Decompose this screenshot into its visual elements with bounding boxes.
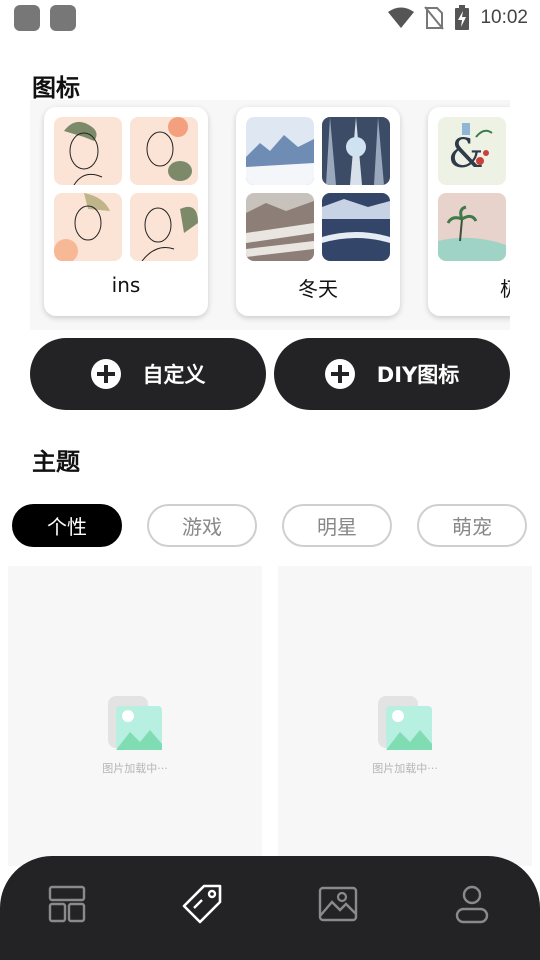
icon-pack-card[interactable]: 冬天 [236, 107, 400, 316]
icon-pack-preview: & [438, 117, 510, 261]
image-placeholder-icon [378, 696, 432, 750]
nav-theme[interactable] [180, 882, 224, 926]
diy-icon-button-label: DIY图标 [376, 363, 460, 387]
theme-card[interactable]: 图片加载中··· [8, 566, 262, 866]
loading-text: 图片加载中··· [372, 762, 438, 775]
icon-pack-label: ins [111, 273, 141, 297]
plus-circle-icon [90, 359, 121, 389]
nav-profile[interactable] [450, 882, 494, 926]
image-placeholder-icon [108, 696, 162, 750]
app-notification-icon [50, 5, 76, 31]
pack-thumbnail [322, 193, 390, 261]
tab-stars[interactable]: 明星 [282, 504, 392, 547]
bottom-navigation [0, 856, 540, 960]
diy-icon-button[interactable]: DIY图标 [274, 338, 510, 410]
icon-pack-card[interactable]: & 极 [428, 107, 510, 316]
custom-button-label: 自定义 [142, 363, 206, 387]
tab-pets[interactable]: 萌宠 [417, 504, 527, 547]
no-sim-icon [424, 6, 445, 30]
pack-thumbnail [322, 117, 390, 185]
status-time: 10:02 [480, 7, 528, 28]
nav-wallpaper[interactable] [316, 882, 360, 926]
icons-section-title: 图标 [32, 74, 80, 102]
loading-text: 图片加载中··· [102, 762, 168, 775]
icon-pack-preview [246, 117, 390, 261]
pack-thumbnail [54, 193, 122, 261]
status-bar: 10:02 [0, 0, 540, 36]
layout-icon [48, 885, 86, 923]
pack-thumbnail [130, 117, 198, 185]
svg-text:&: & [448, 131, 484, 177]
tab-personality[interactable]: 个性 [12, 504, 122, 547]
theme-card[interactable]: 图片加载中··· [278, 566, 532, 866]
icon-pack-carousel[interactable]: ins 冬天 & 极 [30, 100, 510, 330]
pack-thumbnail: & [438, 117, 506, 185]
pack-thumbnail [130, 193, 198, 261]
icon-pack-label: 极 [428, 273, 510, 302]
pack-thumbnail [246, 117, 314, 185]
pack-thumbnail [54, 117, 122, 185]
image-icon [318, 886, 358, 922]
nav-home[interactable] [45, 882, 89, 926]
app-notification-icon [14, 5, 40, 31]
icon-pack-label: 冬天 [298, 277, 338, 301]
user-icon [455, 885, 489, 924]
custom-button[interactable]: 自定义 [30, 338, 266, 410]
battery-charging-icon [455, 5, 470, 30]
pack-thumbnail [438, 193, 506, 261]
plus-circle-icon [324, 359, 355, 389]
wifi-icon [388, 7, 415, 28]
icon-pack-card[interactable]: ins [44, 107, 208, 316]
pack-thumbnail [246, 193, 314, 261]
tag-icon [182, 884, 222, 924]
tab-games[interactable]: 游戏 [147, 504, 257, 547]
icon-pack-preview [54, 117, 198, 261]
themes-section-title: 主题 [32, 448, 80, 476]
